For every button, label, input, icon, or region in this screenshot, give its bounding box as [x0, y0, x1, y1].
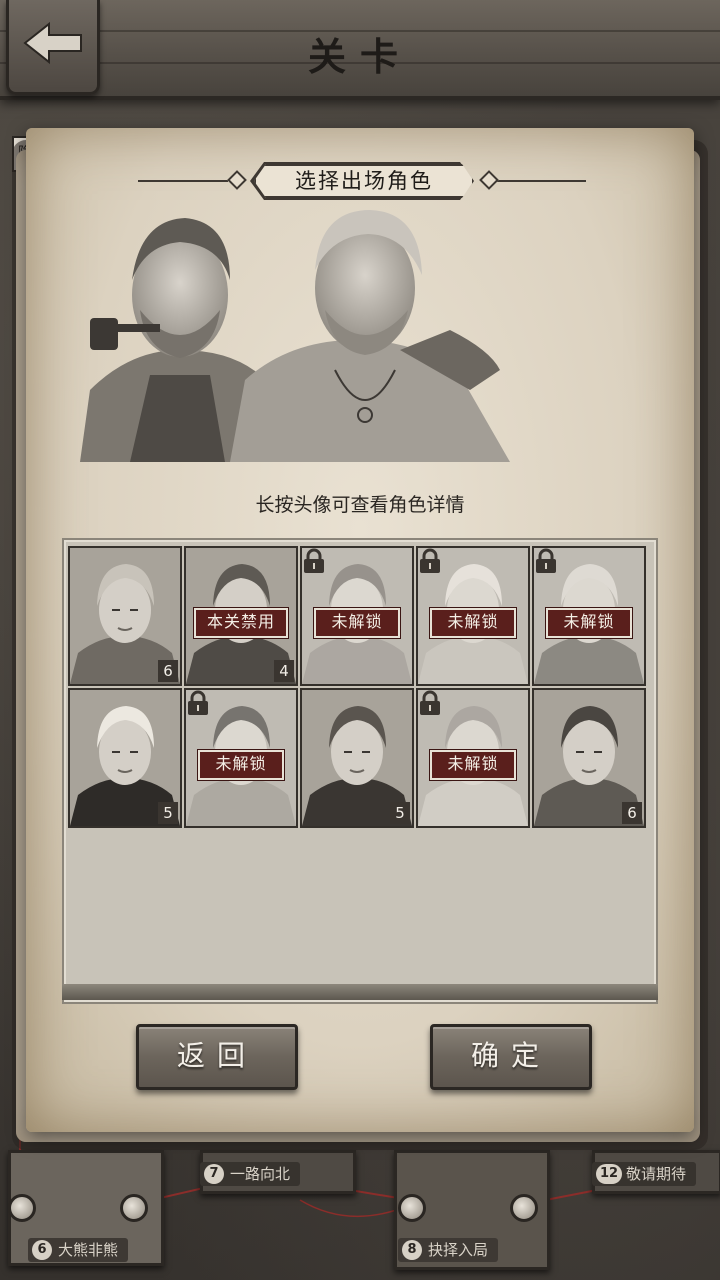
character-level-badge: 4 [274, 660, 294, 682]
character-slot[interactable]: 未解锁 [184, 688, 298, 828]
return-button[interactable]: 返回 [136, 1024, 298, 1090]
level-name: 抉择入局 [428, 1241, 489, 1259]
page-title: 关卡 [307, 35, 412, 79]
character-level-badge: 6 [622, 802, 642, 824]
locked-tag: 未解锁 [429, 749, 517, 781]
character-slot[interactable]: 本关禁用 4 [184, 546, 298, 686]
locked-tag: 未解锁 [197, 749, 285, 781]
dialog-title: 选择出场角色 [254, 164, 474, 198]
lock-icon [188, 690, 208, 715]
lock-icon [536, 548, 556, 573]
dialog-title-bar: 选择出场角色 [0, 164, 720, 198]
lock-icon [420, 548, 440, 573]
disabled-tag: 本关禁用 [193, 607, 289, 639]
confirm-button[interactable]: 确定 [430, 1024, 592, 1090]
character-level-badge: 6 [158, 660, 178, 682]
character-level-badge: 5 [158, 802, 178, 824]
level-node [120, 1194, 148, 1222]
locked-tag: 未解锁 [429, 607, 517, 639]
level-number: 12 [596, 1164, 622, 1184]
character-slot[interactable]: 未解锁 [532, 546, 646, 686]
character-slot[interactable]: 6 [68, 546, 182, 686]
character-level-badge: 5 [390, 802, 410, 824]
character-slot[interactable]: 未解锁 [416, 546, 530, 686]
locked-tag: 未解锁 [545, 607, 633, 639]
level-number: 6 [32, 1240, 52, 1260]
character-slot[interactable]: 未解锁 [416, 688, 530, 828]
character-slot[interactable]: 6 [532, 688, 646, 828]
level-name: 敬请期待 [626, 1165, 687, 1183]
character-slot[interactable]: 5 [300, 688, 414, 828]
lock-icon [304, 548, 324, 573]
level-number: 7 [204, 1164, 224, 1184]
level-node [510, 1194, 538, 1222]
level-label-7[interactable]: 7 一路向北 [200, 1162, 301, 1186]
selected-heroes-portrait [80, 210, 510, 462]
level-label-8[interactable]: 8 抉择入局 [398, 1238, 499, 1262]
level-label-12[interactable]: 12 敬请期待 [592, 1162, 697, 1186]
lock-icon [420, 690, 440, 715]
level-name: 一路向北 [230, 1165, 291, 1183]
long-press-hint: 长按头像可查看角色详情 [255, 494, 465, 516]
grid-bottom-edge [62, 984, 658, 1000]
level-node [398, 1194, 426, 1222]
character-slot[interactable]: 未解锁 [300, 546, 414, 686]
level-name: 大熊非熊 [58, 1241, 119, 1259]
locked-tag: 未解锁 [313, 607, 401, 639]
level-node [8, 1194, 36, 1222]
level-number: 8 [402, 1240, 422, 1260]
level-label-6[interactable]: 6 大熊非熊 [28, 1238, 129, 1262]
character-slot[interactable]: 5 [68, 688, 182, 828]
